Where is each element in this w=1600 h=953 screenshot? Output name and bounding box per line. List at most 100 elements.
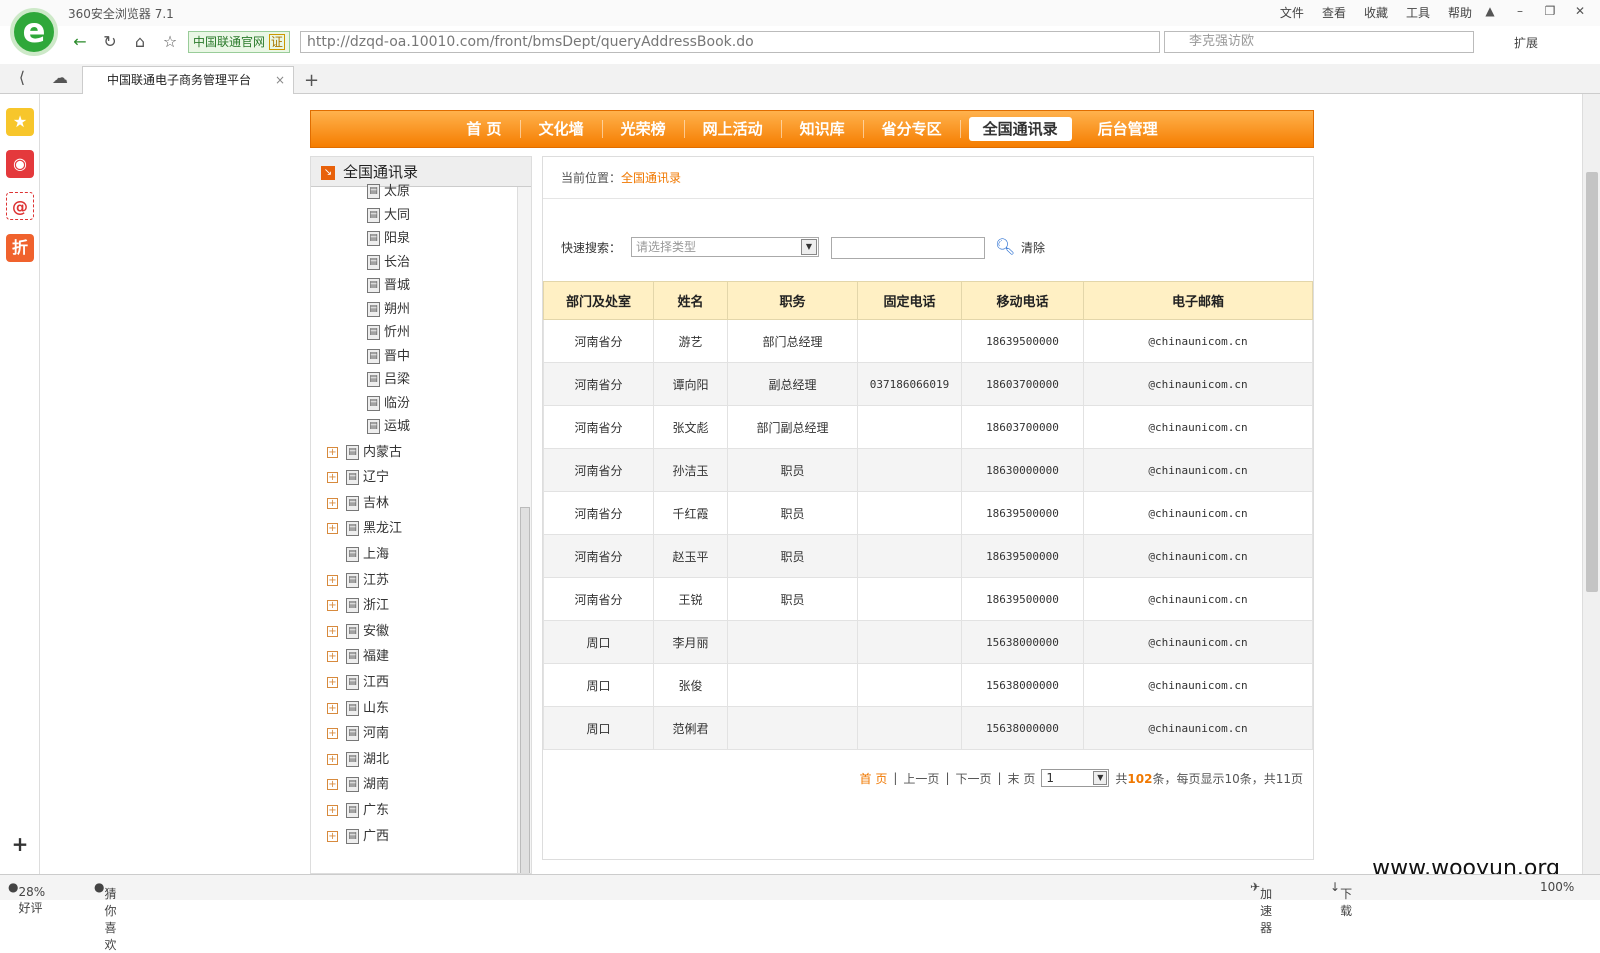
tree-subnode[interactable]: ▤ 阳泉 (367, 228, 410, 250)
tree-province[interactable]: + ▤ 江苏 (327, 570, 389, 592)
expand-icon[interactable]: + (327, 779, 338, 791)
tree-province[interactable]: + ▤ 福建 (327, 646, 389, 668)
expand-icon[interactable]: + (327, 753, 338, 765)
menu-help[interactable]: 帮助 (1448, 4, 1472, 21)
cert-badge[interactable]: 中国联通官网 证 (188, 31, 290, 53)
tree-scrollbar[interactable] (517, 187, 531, 873)
tree-province[interactable]: + ▤ 安徽 (327, 621, 389, 643)
menu-favorites[interactable]: 收藏 (1364, 4, 1388, 21)
favorite-star-icon[interactable]: ☆ (158, 30, 182, 54)
rating-status[interactable]: ● 28%好评 (8, 880, 45, 915)
tree-province[interactable]: + ▤ 湖北 (327, 749, 389, 771)
table-row[interactable]: 周口 张俊 15638000000 @chinaunicom.cn (543, 663, 1313, 707)
tree-subnode[interactable]: ▤ 长治 (367, 252, 410, 274)
nav-knowledge-base[interactable]: 知识库 (782, 120, 864, 138)
guess-like[interactable]: ● 猜你喜欢 (94, 880, 117, 952)
minimize-icon[interactable]: – (1508, 2, 1532, 20)
page-last[interactable]: 末 页 (1008, 770, 1036, 787)
expand-icon[interactable]: + (327, 574, 338, 586)
breadcrumb-current[interactable]: 全国通讯录 (621, 171, 681, 185)
page-chevron-down-icon[interactable]: ▼ (1093, 771, 1108, 785)
tree-province[interactable]: + ▤ 黑龙江 (327, 518, 402, 540)
tab-active[interactable]: 中国联通电子商务管理平台 × (82, 66, 294, 94)
tree-province[interactable]: + ▤ 辽宁 (327, 467, 389, 489)
tree-province[interactable]: + ▤ 山东 (327, 698, 389, 720)
table-row[interactable]: 河南省分 孙洁玉 职员 18630000000 @chinaunicom.cn (543, 448, 1313, 492)
expand-icon[interactable]: + (327, 830, 338, 842)
table-row[interactable]: 周口 范俐君 15638000000 @chinaunicom.cn (543, 706, 1313, 750)
weibo-icon[interactable]: ◉ (6, 150, 34, 178)
home-icon[interactable]: ⌂ (128, 30, 152, 54)
page-scroll-thumb[interactable] (1586, 172, 1598, 592)
tab-back-icon[interactable]: ⟨ (10, 66, 34, 90)
expand-icon[interactable]: + (327, 523, 338, 535)
expand-icon[interactable]: + (327, 804, 338, 816)
expand-icon[interactable]: + (327, 676, 338, 688)
table-row[interactable]: 河南省分 千红霞 职员 18639500000 @chinaunicom.cn (543, 491, 1313, 535)
expand-icon[interactable]: + (327, 702, 338, 714)
tree-subnode[interactable]: ▤ 运城 (367, 416, 410, 438)
search-icon[interactable]: 🔍︎ (995, 237, 1015, 256)
menu-view[interactable]: 查看 (1322, 4, 1346, 21)
tree-subnode[interactable]: ▤ 晋中 (367, 346, 410, 368)
expand-icon[interactable]: + (327, 472, 338, 484)
tree-province[interactable]: ▤ 上海 (327, 544, 389, 566)
cloud-icon[interactable]: ☁ (48, 66, 72, 90)
page-select[interactable]: 1 ▼ (1041, 769, 1110, 787)
table-row[interactable]: 河南省分 赵玉平 职员 18639500000 @chinaunicom.cn (543, 534, 1313, 578)
search-input[interactable]: 李克强访欧 (1164, 31, 1474, 53)
search-keyword-input[interactable] (831, 237, 985, 259)
tree-subnode[interactable]: ▤ 大同 (367, 205, 410, 227)
page-next[interactable]: 下一页 (955, 770, 991, 787)
menu-file[interactable]: 文件 (1280, 4, 1304, 21)
tree-province[interactable]: + ▤ 广西 (327, 826, 389, 848)
tree-province[interactable]: + ▤ 湖南 (327, 774, 389, 796)
tab-close-icon[interactable]: × (275, 67, 285, 93)
discount-icon[interactable]: 折 (6, 234, 34, 262)
download-button[interactable]: ↓ 下载 (1330, 880, 1352, 918)
search-type-select[interactable]: 请选择类型 ▼ (631, 237, 819, 257)
expand-icon[interactable]: + (327, 497, 338, 509)
tree-scroll-thumb[interactable] (520, 507, 530, 873)
tree-province[interactable]: + ▤ 江西 (327, 672, 389, 694)
close-icon[interactable]: ✕ (1568, 2, 1592, 20)
nav-honor-list[interactable]: 光荣榜 (603, 120, 685, 138)
expand-icon[interactable]: + (327, 625, 338, 637)
mail-icon[interactable]: @ (6, 192, 34, 220)
expand-icon[interactable]: + (327, 446, 338, 458)
nav-province-zone[interactable]: 省分专区 (864, 120, 961, 138)
tree-province[interactable]: + ▤ 内蒙古 (327, 442, 402, 464)
clear-button[interactable]: 清除 (1021, 239, 1045, 256)
page-prev[interactable]: 上一页 (903, 770, 939, 787)
tree-subnode[interactable]: ▤ 太原 (367, 181, 410, 203)
chevron-down-icon[interactable]: ▼ (801, 239, 817, 255)
tree-subnode[interactable]: ▤ 临汾 (367, 393, 410, 415)
expand-icon[interactable]: + (327, 651, 338, 663)
accelerator-button[interactable]: ✈ 加速器 (1250, 880, 1272, 935)
nav-culture-wall[interactable]: 文化墙 (521, 120, 603, 138)
new-tab-icon[interactable]: + (304, 70, 319, 91)
nav-online-activity[interactable]: 网上活动 (685, 120, 782, 138)
table-row[interactable]: 河南省分 游艺 部门总经理 18639500000 @chinaunicom.cn (543, 319, 1313, 363)
page-scrollbar[interactable] (1582, 94, 1600, 874)
add-dock-icon[interactable]: + (6, 830, 34, 858)
tree-subnode[interactable]: ▤ 忻州 (367, 322, 410, 344)
expand-icon[interactable]: + (327, 728, 338, 740)
zoom-level[interactable]: 100% (1540, 880, 1574, 894)
table-row[interactable]: 周口 李月丽 15638000000 @chinaunicom.cn (543, 620, 1313, 664)
url-input[interactable]: http://dzqd-oa.10010.com/front/bmsDept/q… (300, 31, 1160, 53)
skin-icon[interactable]: ▲ (1478, 2, 1502, 20)
tree-subnode[interactable]: ▤ 晋城 (367, 275, 410, 297)
extension-button[interactable]: 扩展 (1514, 34, 1538, 51)
tree-subnode[interactable]: ▤ 吕梁 (367, 369, 410, 391)
tree-province[interactable]: + ▤ 吉林 (327, 493, 389, 515)
table-row[interactable]: 河南省分 张文彪 部门副总经理 18603700000 @chinaunicom.cn (543, 405, 1313, 449)
tree-province[interactable]: + ▤ 广东 (327, 800, 389, 822)
menu-tools[interactable]: 工具 (1406, 4, 1430, 21)
table-row[interactable]: 河南省分 王锐 职员 18639500000 @chinaunicom.cn (543, 577, 1313, 621)
table-row[interactable]: 河南省分 谭向阳 副总经理 037186066019 18603700000 @china… (543, 362, 1313, 406)
nav-home[interactable]: 首 页 (448, 120, 521, 138)
tree-subnode[interactable]: ▤ 朔州 (367, 299, 410, 321)
tree-province[interactable]: + ▤ 浙江 (327, 595, 389, 617)
maximize-icon[interactable]: ❐ (1538, 2, 1562, 20)
